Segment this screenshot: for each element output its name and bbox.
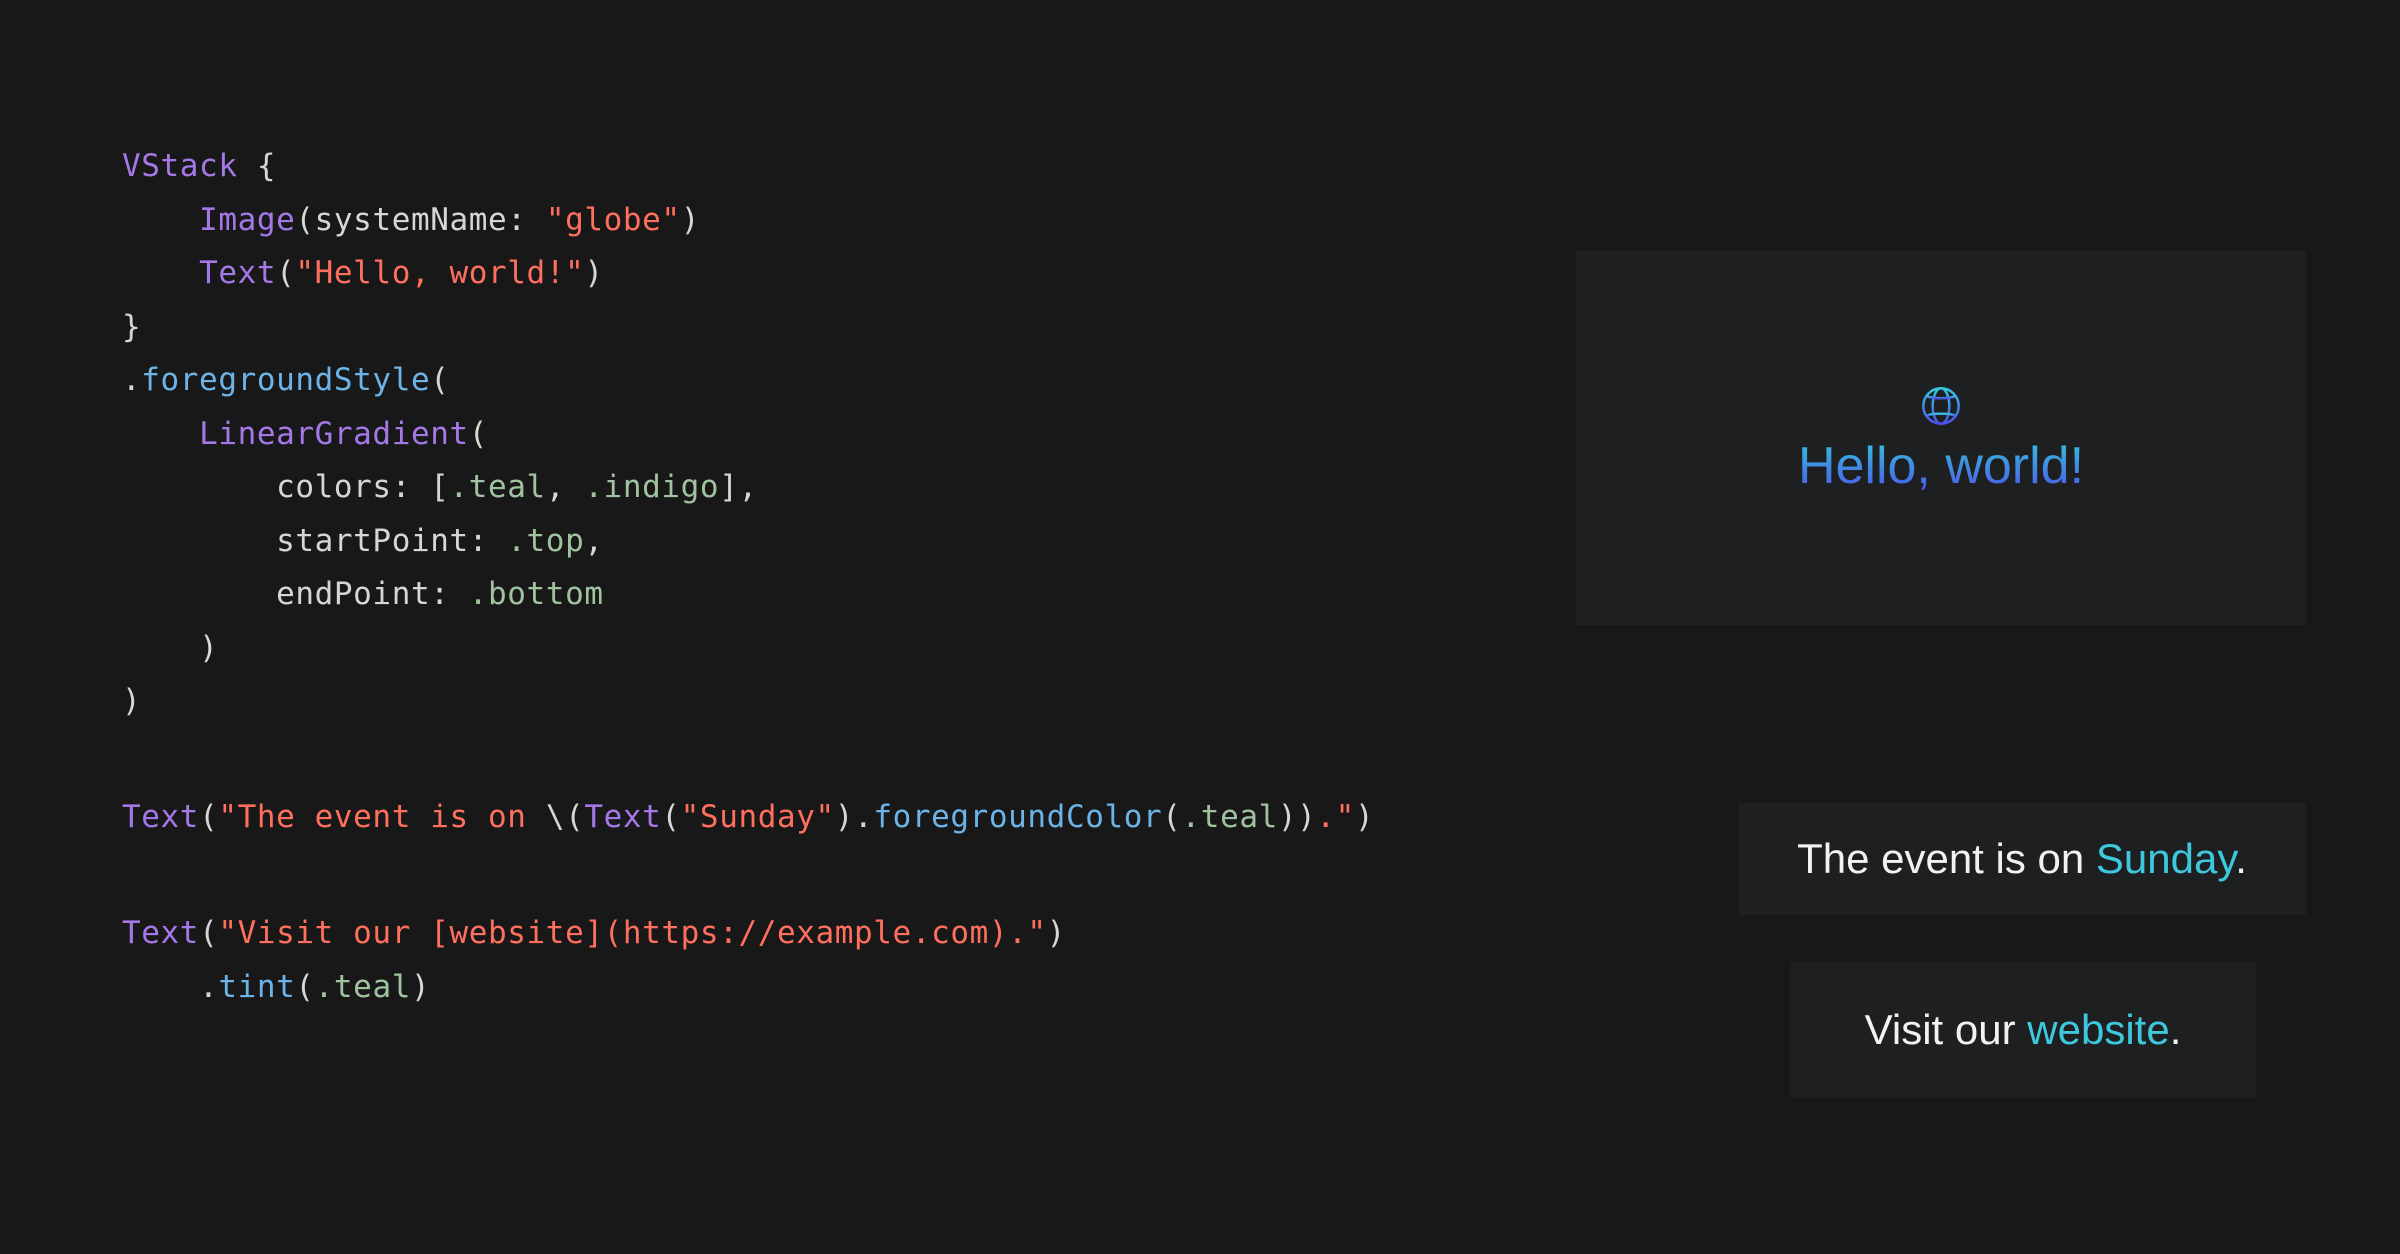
website-suffix: . (2169, 1006, 2182, 1053)
code-block-markdown-link[interactable]: Text("Visit our [website](https://exampl… (122, 907, 1522, 1014)
code-line: startPoint: .top, (122, 515, 1522, 569)
code-token-plain: ( (295, 968, 315, 1005)
code-token-type: LinearGradient (199, 415, 469, 452)
code-token-plain: , (584, 522, 604, 559)
code-line: } (122, 301, 1522, 355)
code-line: ) (122, 622, 1522, 676)
code-token-method: foregroundStyle (141, 362, 431, 398)
code-token-method: foregroundColor (873, 798, 1163, 835)
code-token-string: "Sunday" (680, 798, 835, 835)
code-token-plain: endPoint: (276, 576, 469, 612)
code-token-plain: ( (276, 255, 296, 291)
website-prefix: Visit our (1864, 1006, 2028, 1053)
code-token-plain: ( (468, 415, 489, 452)
code-line: ) (122, 675, 1522, 729)
code-token-plain: ) (1354, 798, 1375, 835)
event-prefix: The event is on (1797, 835, 2096, 882)
code-token-type: Text (122, 915, 200, 951)
code-block-foreground-style[interactable]: VStack { Image(systemName: "globe") Text… (122, 140, 1522, 729)
event-sentence: The event is on Sunday. (1797, 835, 2247, 883)
code-token-enum: .top (507, 522, 585, 559)
code-token-type: VStack (122, 148, 238, 184)
code-token-punct: } (122, 308, 142, 345)
hello-world-stack: Hello, world! (1798, 381, 2084, 495)
code-token-string: "The event is on (218, 798, 546, 835)
code-token-plain: ( (1162, 798, 1182, 835)
code-line: Image(systemName: "globe") (122, 194, 1522, 248)
code-token-punct: { (237, 148, 277, 184)
code-token-type: Text (199, 255, 277, 291)
code-token-plain: ], (719, 469, 758, 505)
code-token-plain: ( (199, 798, 219, 835)
code-token-punct: ) (122, 683, 142, 719)
code-gap-2 (122, 844, 1522, 907)
code-token-plain: . (199, 968, 219, 1005)
code-token-string: "globe" (545, 201, 681, 238)
code-line: Text("Hello, world!") (122, 247, 1522, 301)
code-panel: VStack { Image(systemName: "globe") Text… (122, 140, 1522, 1014)
event-highlight-sunday: Sunday (2095, 835, 2236, 882)
code-token-type: Text (122, 798, 200, 835)
code-token-string: "Hello, world!" (295, 255, 585, 291)
code-line: LinearGradient( (122, 408, 1522, 462)
website-link[interactable]: website (2027, 1006, 2169, 1053)
code-token-plain: \( (545, 798, 585, 835)
code-token-plain: , (545, 469, 585, 505)
code-token-plain: ) (410, 968, 431, 1005)
event-suffix: . (2235, 835, 2247, 882)
hello-world-label: Hello, world! (1797, 436, 2085, 495)
code-token-plain: ( (199, 915, 219, 951)
code-token-plain: colors: [ (276, 469, 450, 505)
code-token-plain: )) (1277, 798, 1317, 835)
code-token-plain: ( (661, 798, 681, 835)
code-token-enum: .teal (449, 469, 546, 505)
code-line: VStack { (122, 140, 1522, 194)
code-token-type: Image (199, 201, 296, 238)
code-token-plain: ) (584, 255, 604, 291)
code-line: .foregroundStyle( (122, 354, 1522, 408)
code-line: Text("Visit our [website](https://exampl… (122, 907, 1522, 961)
code-line: Text("The event is on \(Text("Sunday").f… (122, 791, 1522, 845)
code-token-enum: .teal (314, 968, 411, 1005)
code-token-plain: . (122, 362, 142, 398)
code-line: .tint(.teal) (122, 961, 1522, 1015)
website-sentence: Visit our website. (1865, 1006, 2182, 1054)
code-block-interpolated-text[interactable]: Text("The event is on \(Text("Sunday").f… (122, 791, 1522, 845)
preview-card-website[interactable]: Visit our website. (1790, 962, 2256, 1098)
code-token-plain: ) (680, 201, 700, 238)
preview-card-hello-world[interactable]: Hello, world! (1576, 251, 2306, 625)
code-token-string: "Visit our [website](https://example.com… (218, 915, 1047, 951)
code-line: colors: [.teal, .indigo], (122, 461, 1522, 515)
code-token-enum: .teal (1181, 798, 1278, 835)
code-token-enum: .bottom (468, 576, 604, 612)
code-token-punct: ) (199, 629, 219, 666)
code-token-plain: ). (834, 798, 874, 835)
code-token-type: Text (584, 798, 662, 835)
code-token-plain: ) (1046, 915, 1066, 951)
code-token-plain: startPoint: (276, 522, 508, 559)
globe-icon (1916, 381, 1966, 431)
code-line: endPoint: .bottom (122, 568, 1522, 622)
code-token-enum: .indigo (584, 469, 720, 505)
code-token-method: tint (218, 968, 296, 1005)
code-token-plain: ( (430, 362, 450, 398)
code-gap-1 (122, 729, 1522, 791)
code-token-string: ." (1316, 798, 1355, 835)
code-token-plain: (systemName: (295, 201, 546, 238)
preview-card-event[interactable]: The event is on Sunday. (1738, 803, 2306, 915)
